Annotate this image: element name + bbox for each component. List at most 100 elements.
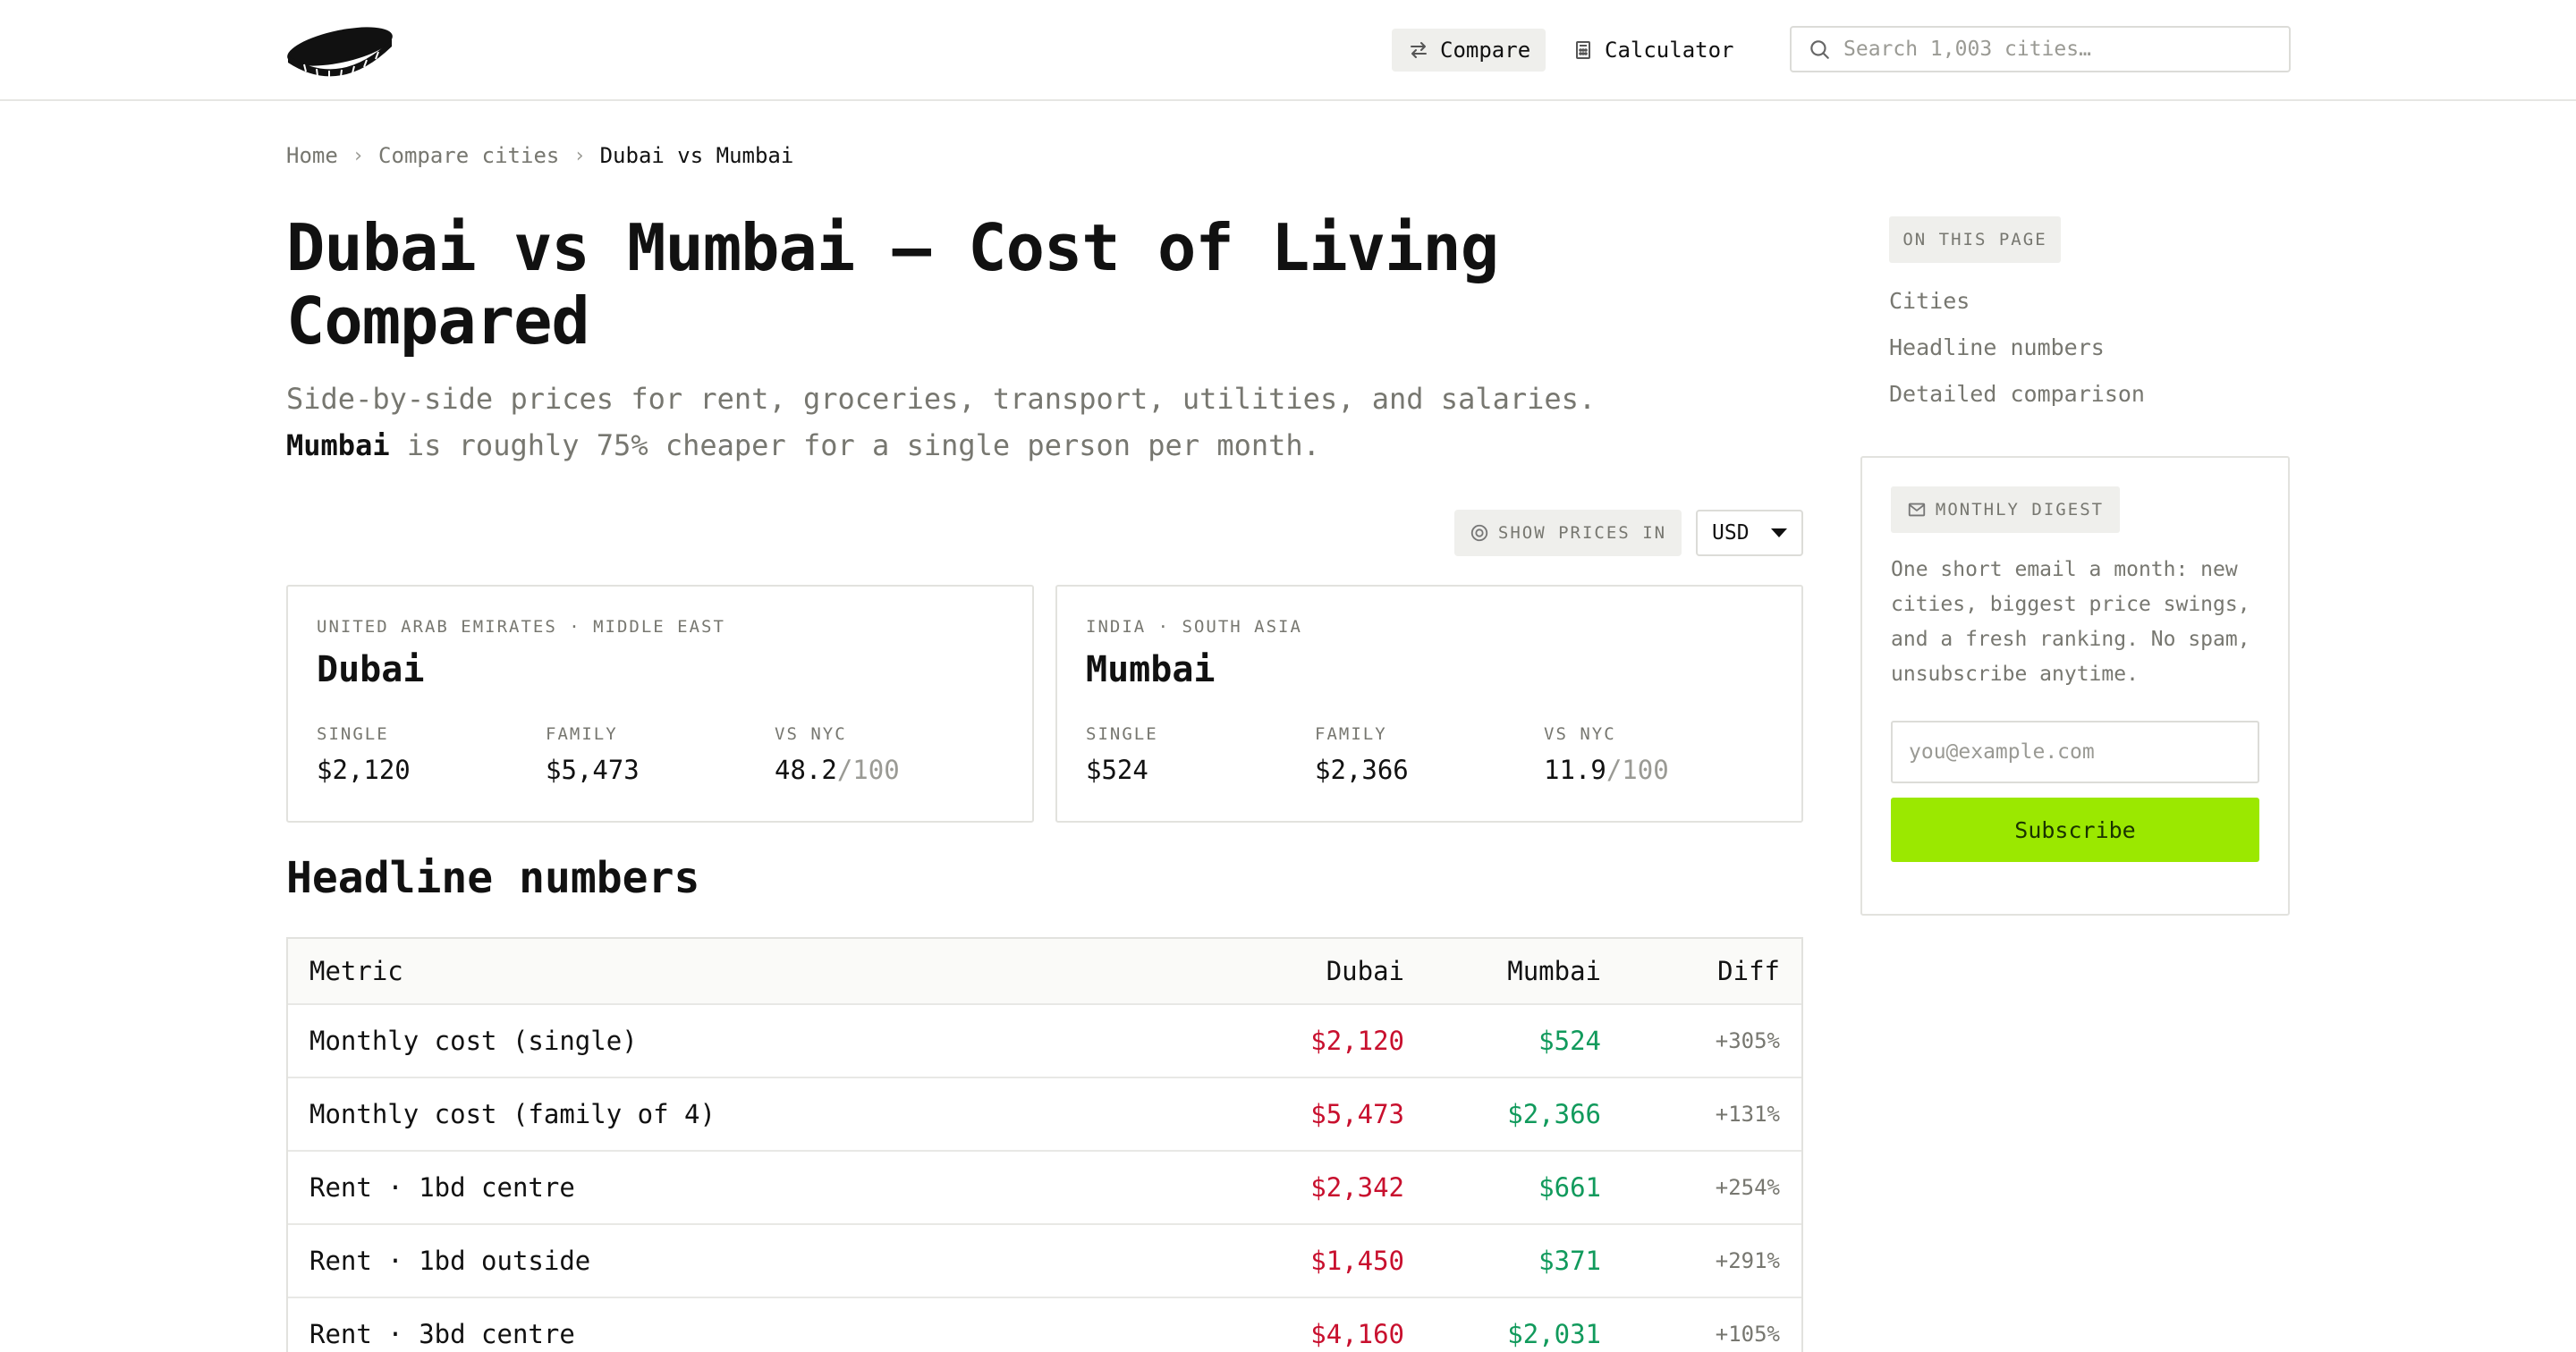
table-row: Rent · 1bd centre $2,342 $661 +254% [288, 1150, 1801, 1223]
subtitle-line-2-text: is roughly 75% cheaper for a single pers… [389, 428, 1320, 462]
stat-label: VS NYC [775, 724, 847, 744]
chevron-right-icon: › [352, 144, 365, 167]
metric-cell: Rent · 1bd outside [309, 1246, 591, 1276]
currency-select[interactable]: USD [1696, 510, 1803, 556]
search-icon [1810, 40, 1829, 59]
diff-cell: +105% [1715, 1322, 1780, 1347]
chevron-right-icon: › [573, 144, 586, 167]
stat-label: FAMILY [546, 724, 618, 744]
column-header-diff: Diff [1717, 956, 1780, 986]
show-prices-label: SHOW PRICES IN [1454, 510, 1682, 556]
stat-label: FAMILY [1315, 724, 1387, 744]
stat-single: SINGLE $2,120 [317, 724, 546, 785]
subscribe-button[interactable]: Subscribe [1891, 798, 2259, 862]
search-input[interactable] [1843, 38, 2273, 61]
stat-single: SINGLE $524 [1086, 724, 1315, 785]
city-stats: SINGLE $524 FAMILY $2,366 VS NYC 11.9/10… [1086, 724, 1773, 785]
city-card-dubai[interactable]: UNITED ARAB EMIRATES · MIDDLE EAST Dubai… [286, 585, 1034, 823]
metric-cell: Monthly cost (single) [309, 1026, 638, 1056]
nav-calculator-label: Calculator [1605, 38, 1734, 63]
table-of-contents: Cities Headline numbers Detailed compari… [1889, 286, 2145, 426]
nav-compare-button[interactable]: Compare [1392, 29, 1546, 72]
nyc-index: 11.9 [1544, 755, 1606, 785]
nav-compare-label: Compare [1440, 38, 1531, 63]
city-region: UNITED ARAB EMIRATES · MIDDLE EAST [317, 617, 725, 637]
nyc-index-suffix: /100 [1606, 755, 1669, 785]
calculator-icon [1576, 41, 1590, 59]
dubai-value-cell: $2,342 [1310, 1172, 1404, 1203]
nyc-index-suffix: /100 [836, 755, 900, 785]
metric-cell: Monthly cost (family of 4) [309, 1099, 716, 1129]
metric-cell: Rent · 1bd centre [309, 1172, 575, 1203]
currency-coin-icon [1470, 524, 1488, 542]
on-this-page-label: ON THIS PAGE [1889, 216, 2061, 263]
diff-cell: +291% [1715, 1248, 1780, 1273]
stat-vs-nyc: VS NYC 11.9/100 [1544, 724, 1773, 785]
dubai-value-cell: $4,160 [1310, 1319, 1404, 1349]
city-card-mumbai[interactable]: INDIA · SOUTH ASIA Mumbai SINGLE $524 FA… [1055, 585, 1803, 823]
currency-selected-value: USD [1712, 521, 1750, 545]
top-navigation-bar: Compare Calculator [0, 0, 2576, 101]
dubai-value-cell: $5,473 [1310, 1099, 1404, 1129]
column-header-metric: Metric [309, 956, 403, 986]
stat-value: 11.9/100 [1544, 755, 1773, 785]
city-search-box[interactable] [1790, 26, 2291, 72]
subtitle-city: Mumbai [286, 428, 390, 462]
stat-value: 48.2/100 [775, 755, 1004, 785]
stat-label: SINGLE [1086, 724, 1158, 744]
stat-family: FAMILY $5,473 [546, 724, 775, 785]
diff-cell: +305% [1715, 1028, 1780, 1053]
breadcrumb: Home › Compare cities › Dubai vs Mumbai [286, 143, 793, 168]
diff-cell: +131% [1715, 1102, 1780, 1127]
stat-value: $524 [1086, 755, 1148, 785]
page-title: Dubai vs Mumbai — Cost of Living Compare… [286, 210, 1499, 359]
show-prices-text: SHOW PRICES IN [1497, 523, 1667, 543]
column-header-dubai: Dubai [1326, 956, 1404, 986]
nyc-index: 48.2 [775, 755, 837, 785]
mumbai-value-cell: $2,366 [1507, 1099, 1601, 1129]
dubai-value-cell: $2,120 [1310, 1026, 1404, 1056]
stat-vs-nyc: VS NYC 48.2/100 [775, 724, 1004, 785]
table-row: Rent · 1bd outside $1,450 $371 +291% [288, 1223, 1801, 1297]
toc-link-detailed-comparison[interactable]: Detailed comparison [1889, 379, 2145, 426]
metric-cell: Rent · 3bd centre [309, 1319, 575, 1349]
city-stats: SINGLE $2,120 FAMILY $5,473 VS NYC 48.2/… [317, 724, 1004, 785]
mumbai-value-cell: $661 [1538, 1172, 1601, 1203]
table-row: Monthly cost (single) $2,120 $524 +305% [288, 1003, 1801, 1077]
city-region: INDIA · SOUTH ASIA [1086, 617, 1302, 637]
monthly-digest-label: MONTHLY DIGEST [1891, 486, 2120, 533]
mumbai-value-cell: $524 [1538, 1026, 1601, 1056]
stat-value: $2,120 [317, 755, 411, 785]
coin-logo-icon[interactable] [284, 20, 395, 80]
mail-icon [1908, 503, 1926, 517]
page-subtitle: Side-by-side prices for rent, groceries,… [286, 376, 1807, 469]
mumbai-value-cell: $371 [1538, 1246, 1601, 1276]
city-name: Mumbai [1086, 649, 1216, 690]
city-name: Dubai [317, 649, 425, 690]
stat-value: $2,366 [1315, 755, 1409, 785]
stat-label: VS NYC [1544, 724, 1616, 744]
dubai-value-cell: $1,450 [1310, 1246, 1404, 1276]
nav-calculator-button[interactable]: Calculator [1556, 29, 1744, 72]
table-header: Metric Dubai Mumbai Diff [288, 939, 1801, 1003]
mumbai-value-cell: $2,031 [1507, 1319, 1601, 1349]
email-field[interactable] [1891, 721, 2259, 783]
headline-numbers-title: Headline numbers [286, 853, 700, 903]
breadcrumb-home-link[interactable]: Home [286, 143, 338, 168]
digest-description: One short email a month: new cities, big… [1891, 558, 2250, 686]
subtitle-line-1: Side-by-side prices for rent, groceries,… [286, 382, 1597, 416]
toc-link-cities[interactable]: Cities [1889, 286, 2145, 333]
swap-arrows-icon [1411, 42, 1427, 58]
table-row: Monthly cost (family of 4) $5,473 $2,366… [288, 1077, 1801, 1150]
breadcrumb-current: Dubai vs Mumbai [599, 143, 794, 168]
column-header-mumbai: Mumbai [1507, 956, 1601, 986]
breadcrumb-compare-link[interactable]: Compare cities [378, 143, 559, 168]
table-row: Rent · 3bd centre $4,160 $2,031 +105% [288, 1297, 1801, 1352]
diff-cell: +254% [1715, 1175, 1780, 1200]
monthly-digest-title: MONTHLY DIGEST [1935, 500, 2105, 520]
stat-label: SINGLE [317, 724, 389, 744]
caret-down-icon [1771, 528, 1787, 537]
subtitle-line-2: Mumbai is roughly 75% cheaper for a sing… [286, 422, 1807, 469]
toc-link-headline-numbers[interactable]: Headline numbers [1889, 333, 2145, 379]
stat-family: FAMILY $2,366 [1315, 724, 1544, 785]
